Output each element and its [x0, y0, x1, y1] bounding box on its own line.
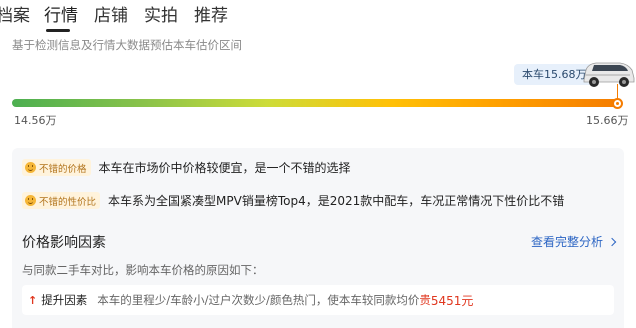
- factor-text: 本车的里程少/车龄小/过户次数少/颜色热门，使本车较同款均价: [97, 293, 420, 307]
- arrow-up-icon: ↑: [28, 293, 38, 307]
- tab-market[interactable]: 行情: [44, 4, 78, 28]
- highlight-tag-label: 不错的性价比: [39, 196, 97, 208]
- price-range-bar: [12, 99, 620, 107]
- highlight-tag-label: 不错的价格: [39, 163, 87, 175]
- price-range-min: 14.56万: [14, 114, 57, 127]
- highlight-tag: 不错的价格: [22, 159, 91, 176]
- highlight-text: 本车系为全国紧凑型MPV销量榜Top4，是2021款中配车，车况正常情况下性价比…: [108, 194, 565, 208]
- highlight-row: 不错的性价比 本车系为全国紧凑型MPV销量榜Top4，是2021款中配车，车况正…: [22, 192, 564, 209]
- car-thumbnail-icon: [583, 62, 635, 87]
- factor-item: ↑ 提升因素 本车的里程少/车龄小/过户次数少/颜色热门，使本车较同款均价 贵 …: [22, 285, 614, 315]
- active-tab-indicator: [46, 29, 70, 32]
- see-full-analysis-link[interactable]: 查看完整分析: [531, 233, 617, 250]
- highlight-tag: 不错的性价比: [22, 192, 101, 209]
- highlight-text: 本车在市场价中价格较便宜，是一个不错的选择: [98, 161, 351, 175]
- tab-store[interactable]: 店铺: [94, 4, 128, 28]
- price-marker-dot: [612, 98, 623, 109]
- smile-icon: [25, 162, 36, 173]
- factors-title: 价格影响因素: [22, 235, 106, 251]
- highlight-row: 不错的价格 本车在市场价中价格较便宜，是一个不错的选择: [22, 159, 351, 176]
- smile-icon: [25, 195, 36, 206]
- factors-description: 与同款二手车对比，影响本车价格的原因如下：: [22, 263, 264, 277]
- estimate-subtitle: 基于检测信息及行情大数据预估本车估价区间: [12, 38, 242, 52]
- factor-amount: 5451元: [430, 293, 474, 308]
- tab-archive[interactable]: 档案: [0, 4, 30, 28]
- price-range-max: 15.66万: [586, 114, 629, 127]
- tab-recommend[interactable]: 推荐: [194, 4, 228, 28]
- factor-label: 提升因素: [41, 293, 88, 307]
- chevron-right-icon: [607, 237, 617, 246]
- factor-price-word: 贵: [419, 293, 431, 307]
- tab-photos[interactable]: 实拍: [144, 4, 178, 28]
- see-full-analysis-label: 查看完整分析: [531, 235, 604, 249]
